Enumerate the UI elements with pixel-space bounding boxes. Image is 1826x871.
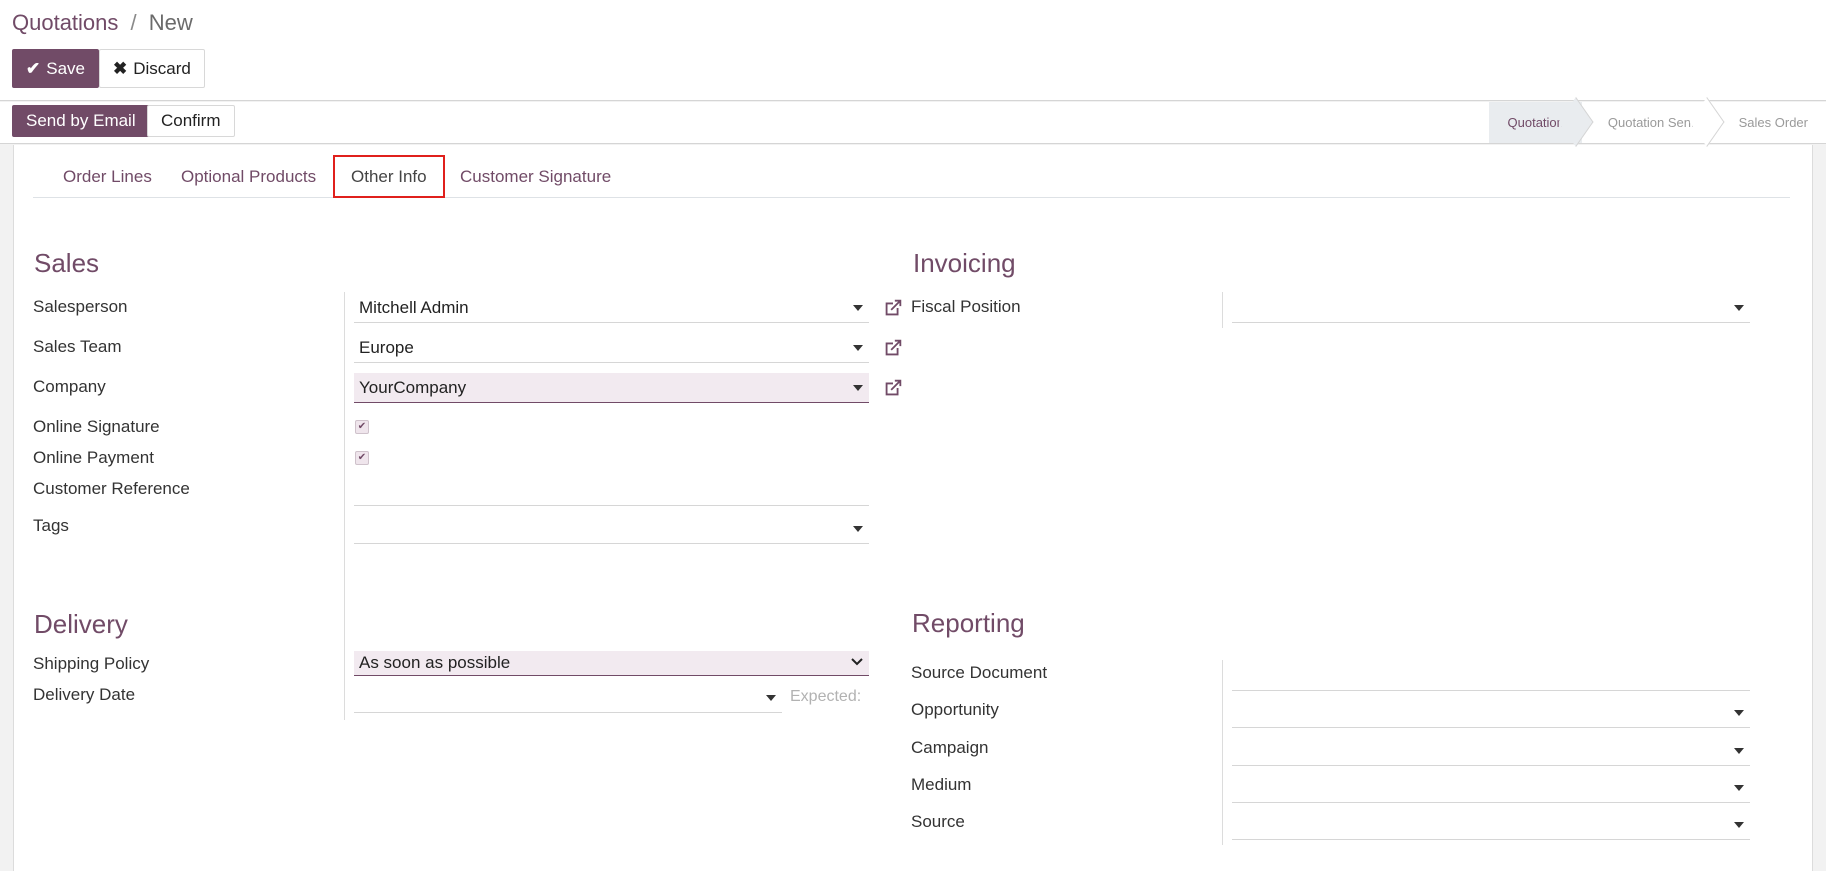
online-payment-checkbox[interactable]: ✔ — [355, 451, 369, 465]
caret-down-icon[interactable] — [853, 385, 863, 391]
source-label: Source — [911, 812, 965, 831]
checkbox-check-icon: ✔ — [357, 452, 367, 463]
fiscal-position-field[interactable] — [1232, 293, 1750, 323]
fiscal-position-label: Fiscal Position — [911, 297, 1021, 316]
stage-quotation[interactable]: Quotation — [1488, 102, 1582, 143]
stage-quotation-sent[interactable]: Quotation Sent — [1581, 102, 1713, 143]
salesperson-label: Salesperson — [33, 297, 128, 316]
caret-down-icon[interactable] — [853, 526, 863, 532]
online-signature-label: Online Signature — [33, 417, 160, 436]
sales-section-title: Sales — [34, 248, 100, 278]
save-button[interactable]: ✔ Save — [12, 49, 99, 88]
stage-sales-order[interactable]: Sales Order — [1712, 102, 1826, 143]
online-payment-label: Online Payment — [33, 448, 154, 467]
tags-label: Tags — [33, 516, 69, 535]
external-link-icon[interactable] — [882, 337, 904, 359]
online-signature-checkbox[interactable]: ✔ — [355, 420, 369, 434]
delivery-date-label: Delivery Date — [33, 685, 136, 704]
medium-label: Medium — [911, 775, 972, 794]
company-field[interactable]: YourCompany — [354, 373, 869, 403]
source-document-label: Source Document — [911, 663, 1048, 682]
expected-date-label: Expected: — [790, 688, 862, 705]
control-panel: Quotations / New ✔ Save ✖ Discard — [0, 0, 1826, 101]
stage-pipeline: Quotation Quotation Sent Sales Order — [1488, 102, 1826, 143]
shipping-policy-label: Shipping Policy — [33, 654, 150, 673]
salesperson-value: Mitchell Admin — [359, 298, 469, 317]
caret-down-icon[interactable] — [1734, 305, 1744, 311]
tab-order-lines[interactable]: Order Lines — [47, 155, 168, 198]
breadcrumb-quotations-link[interactable]: Quotations — [12, 10, 118, 35]
caret-down-icon[interactable] — [1734, 785, 1744, 791]
caret-down-icon[interactable] — [1734, 710, 1744, 716]
shipping-policy-value: As soon as possible — [359, 653, 511, 672]
breadcrumb: Quotations / New — [12, 10, 193, 36]
discard-button[interactable]: ✖ Discard — [99, 49, 205, 88]
caret-down-icon[interactable] — [1734, 748, 1744, 754]
external-link-icon[interactable] — [882, 297, 904, 319]
chevron-down-icon[interactable] — [851, 657, 863, 667]
check-icon: ✔ — [26, 59, 41, 78]
checkbox-check-icon: ✔ — [357, 421, 367, 432]
confirm-button[interactable]: Confirm — [147, 105, 235, 137]
statusbar: Send by Email Confirm Quotation Quotatio… — [0, 102, 1826, 144]
tags-field[interactable] — [354, 514, 869, 544]
opportunity-field[interactable] — [1232, 698, 1750, 728]
breadcrumb-current: New — [148, 10, 193, 35]
breadcrumb-separator: / — [130, 10, 137, 35]
source-field[interactable] — [1232, 810, 1750, 840]
caret-down-icon[interactable] — [1734, 822, 1744, 828]
campaign-field[interactable] — [1232, 736, 1750, 766]
invoicing-divider — [1222, 292, 1223, 328]
delivery-section-title: Delivery — [34, 609, 128, 639]
caret-down-icon[interactable] — [853, 305, 863, 311]
customer-reference-input[interactable] — [354, 476, 869, 506]
external-link-icon[interactable] — [882, 377, 904, 399]
sales-divider — [344, 292, 345, 696]
sales-team-value: Europe — [359, 338, 414, 357]
sales-team-label: Sales Team — [33, 337, 122, 356]
save-button-label: Save — [46, 59, 85, 78]
discard-button-label: Discard — [133, 59, 191, 78]
form-sheet: Order Lines Optional Products Other Info… — [13, 145, 1813, 871]
tab-customer-signature[interactable]: Customer Signature — [444, 155, 627, 198]
sales-team-field[interactable]: Europe — [354, 333, 869, 363]
opportunity-label: Opportunity — [911, 700, 999, 719]
delivery-divider — [344, 650, 345, 720]
caret-down-icon[interactable] — [766, 695, 776, 701]
customer-reference-label: Customer Reference — [33, 479, 190, 498]
delivery-date-field[interactable] — [354, 683, 782, 713]
invoicing-section-title: Invoicing — [913, 248, 1016, 278]
reporting-section-title: Reporting — [912, 608, 1025, 638]
salesperson-field[interactable]: Mitchell Admin — [354, 293, 869, 323]
medium-field[interactable] — [1232, 773, 1750, 803]
tab-optional-products[interactable]: Optional Products — [165, 155, 332, 198]
reporting-divider — [1222, 660, 1223, 845]
caret-down-icon[interactable] — [853, 345, 863, 351]
shipping-policy-select[interactable]: As soon as possible — [354, 651, 869, 676]
company-value: YourCompany — [359, 378, 467, 397]
source-document-input[interactable] — [1232, 661, 1750, 691]
campaign-label: Campaign — [911, 738, 989, 757]
times-icon: ✖ — [113, 59, 128, 78]
company-label: Company — [33, 377, 106, 396]
notebook-tabs: Order Lines Optional Products Other Info… — [33, 155, 1790, 198]
tab-other-info[interactable]: Other Info — [333, 155, 445, 198]
send-by-email-button[interactable]: Send by Email — [12, 105, 150, 137]
